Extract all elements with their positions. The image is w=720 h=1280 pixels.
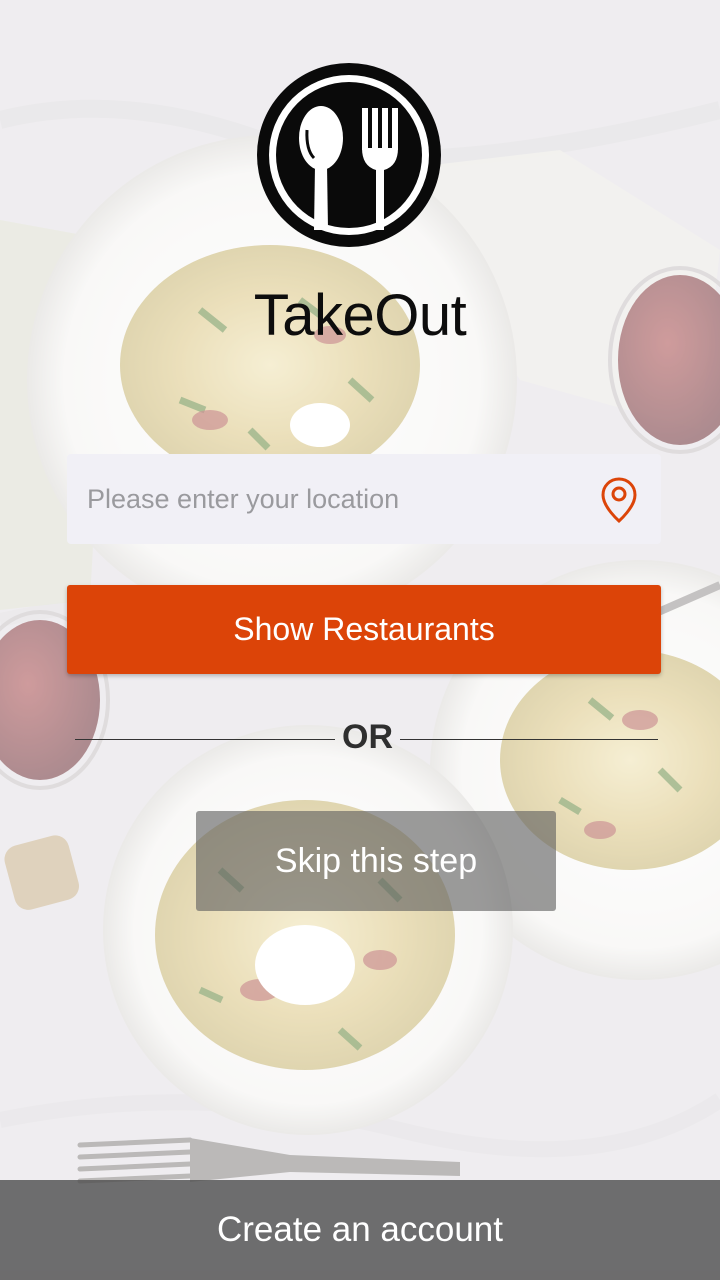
- or-divider-right: [400, 739, 658, 740]
- app-title: TakeOut: [253, 283, 467, 348]
- location-input[interactable]: [67, 454, 587, 544]
- location-field[interactable]: [67, 454, 661, 544]
- skip-step-button[interactable]: Skip this step: [196, 811, 556, 911]
- create-account-button[interactable]: Create an account: [0, 1180, 720, 1280]
- or-divider-left: [75, 739, 335, 740]
- show-restaurants-button[interactable]: Show Restaurants: [67, 585, 661, 674]
- spoon-fork-icon: [257, 63, 441, 247]
- or-divider-text: OR: [342, 718, 393, 756]
- location-pin-icon[interactable]: [599, 476, 639, 524]
